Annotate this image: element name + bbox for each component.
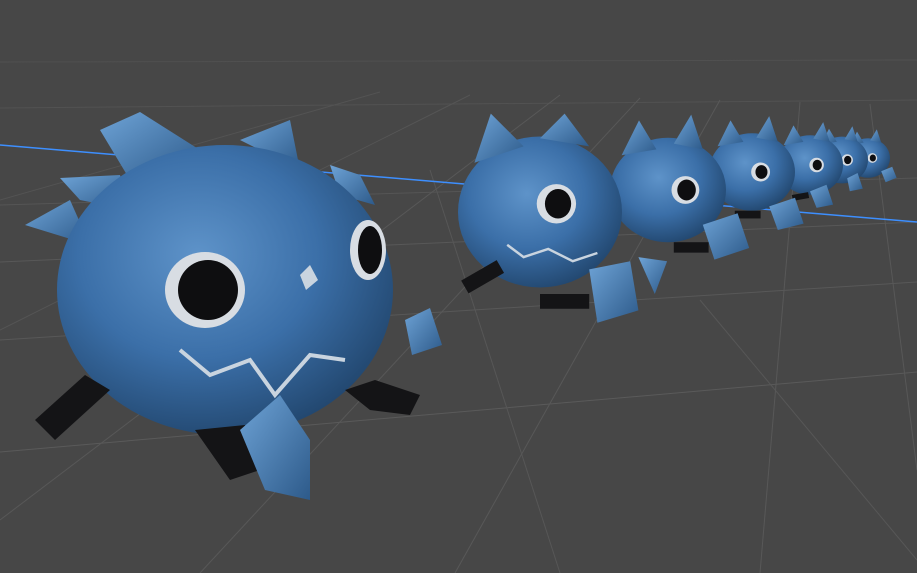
scene-canvas[interactable] (0, 0, 917, 573)
creature-1[interactable] (25, 112, 442, 500)
scene-viewport[interactable] (0, 0, 917, 573)
creature-4[interactable] (709, 116, 804, 231)
